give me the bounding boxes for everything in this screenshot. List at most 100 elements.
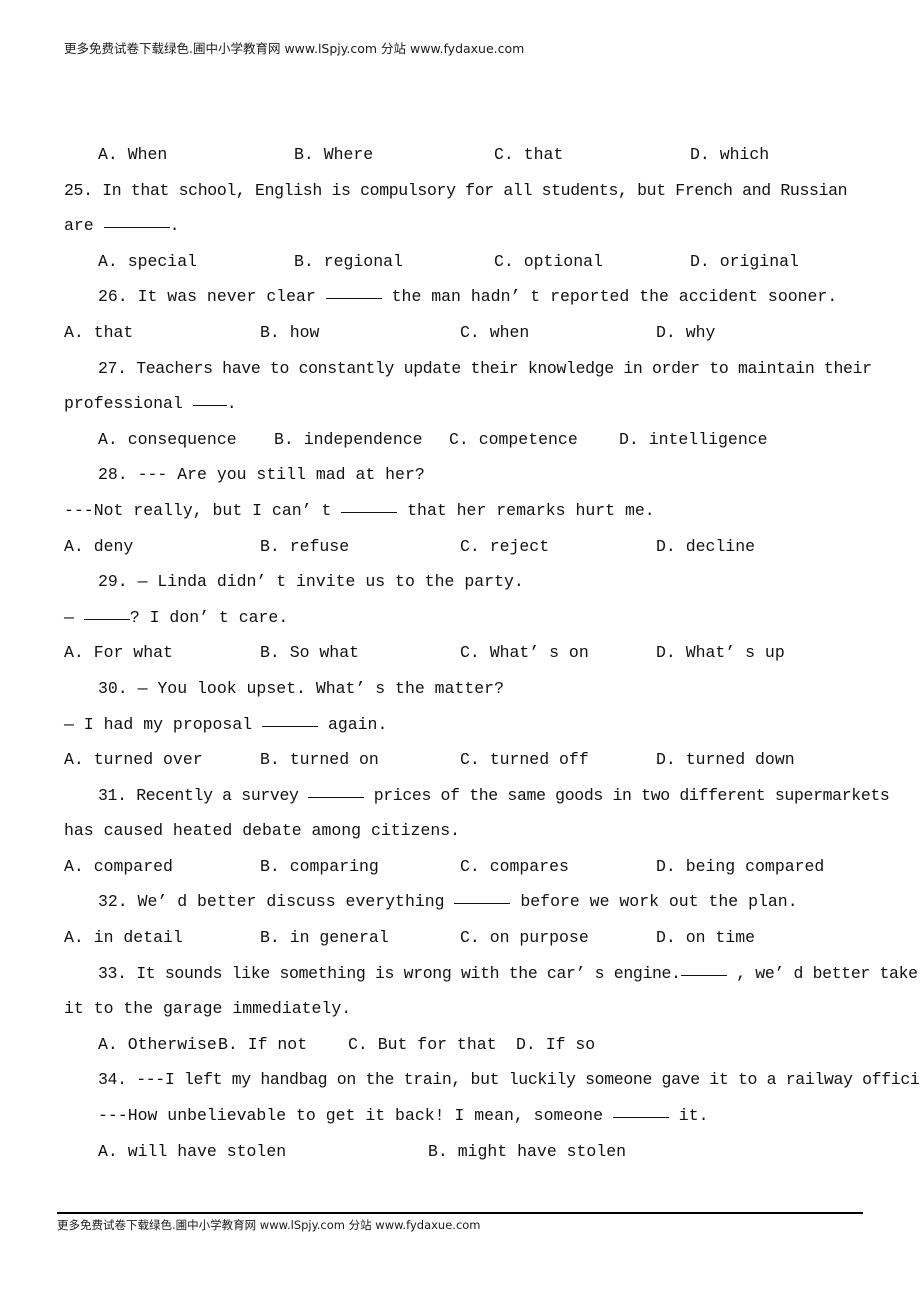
options-row: A. deny B. refuse C. reject D. decline	[64, 529, 864, 565]
question-34-stem-post: it.	[668, 1106, 709, 1126]
option-d[interactable]: D. why	[656, 315, 864, 351]
question-30-stem-pre: — I had my proposal	[64, 714, 263, 734]
option-a[interactable]: A. special	[98, 244, 294, 280]
footer-divider	[57, 1212, 863, 1214]
answer-blank[interactable]	[341, 499, 398, 513]
question-30-stem-line-1: 30. — You look upset. What’ s the matter…	[98, 678, 504, 698]
question-28-stem-pre: ---Not really, but I can’ t	[64, 500, 342, 520]
question-28-stem-line-2: ---Not really, but I can’ t that her rem…	[64, 493, 864, 529]
option-d[interactable]: D. turned down	[656, 742, 864, 778]
option-d[interactable]: D. original	[690, 244, 864, 280]
answer-blank[interactable]	[262, 713, 319, 727]
option-b[interactable]: B. how	[260, 315, 460, 351]
option-b[interactable]: B. comparing	[260, 849, 460, 885]
option-a[interactable]: A. that	[64, 315, 260, 351]
option-a[interactable]: A. in detail	[64, 920, 260, 956]
option-c[interactable]: C. competence	[449, 422, 619, 458]
question-29-stem-line-2: — ? I don’ t care.	[64, 600, 864, 636]
answer-blank[interactable]	[325, 285, 382, 300]
answer-blank[interactable]	[308, 784, 365, 798]
answer-blank[interactable]	[83, 606, 130, 620]
option-c[interactable]: C. But for that	[348, 1027, 516, 1063]
option-d[interactable]: D. intelligence	[619, 422, 864, 458]
question-25-stem-line-2: are .	[64, 208, 864, 244]
question-33-stem-line-2: it to the garage immediately.	[64, 999, 352, 1019]
option-a[interactable]: A. turned over	[64, 742, 260, 778]
option-b[interactable]: B. If not	[218, 1027, 348, 1063]
option-b[interactable]: B. in general	[260, 920, 460, 956]
answer-blank[interactable]	[103, 214, 170, 229]
option-a[interactable]: A. For what	[64, 635, 260, 671]
option-d[interactable]: D. which	[690, 137, 864, 173]
option-a[interactable]: A. will have stolen	[98, 1134, 428, 1170]
question-31-stem-post: prices of the same goods in two differen…	[364, 785, 890, 805]
question-29-stem-pre: —	[64, 607, 84, 627]
question-32-stem: 32. We’ d better discuss everything befo…	[64, 884, 864, 920]
option-d[interactable]: D. being compared	[656, 849, 864, 885]
question-27-stem-line-2: professional .	[64, 386, 864, 422]
options-row: A. Otherwise B. If not C. But for that D…	[64, 1027, 864, 1063]
answer-blank[interactable]	[612, 1104, 669, 1119]
option-a[interactable]: A. Otherwise	[98, 1027, 218, 1063]
question-26-stem-post: the man hadn’ t reported the accident so…	[381, 287, 838, 307]
question-33-stem-line-1: 33. It sounds like something is wrong wi…	[64, 956, 918, 992]
option-a[interactable]: A. When	[98, 137, 294, 173]
running-foot: 更多免费试卷下载绿色.圃中小学教育网 www.lSpjy.com 分站 www.…	[57, 1218, 481, 1232]
options-row: A. special B. regional C. optional D. or…	[64, 244, 864, 280]
question-25-stem-tail: .	[169, 216, 180, 236]
answer-blank[interactable]	[454, 890, 511, 905]
option-a[interactable]: A. consequence	[98, 422, 274, 458]
question-25-stem-text: are	[64, 216, 104, 236]
question-27-stem-line-1: 27. Teachers have to constantly update t…	[98, 358, 872, 378]
option-b[interactable]: B. might have stolen	[428, 1134, 864, 1170]
question-32-stem-post: before we work out the plan.	[510, 892, 798, 912]
question-30-stem-post: again.	[318, 714, 388, 734]
option-c[interactable]: C. turned off	[460, 742, 656, 778]
option-a[interactable]: A. deny	[64, 529, 260, 565]
question-33-stem-post: , we’ d better take	[726, 963, 918, 983]
option-b[interactable]: B. regional	[294, 244, 494, 280]
option-b[interactable]: B. independence	[274, 422, 449, 458]
question-30-stem-line-2: — I had my proposal again.	[64, 707, 864, 743]
option-d[interactable]: D. decline	[656, 529, 864, 565]
option-d[interactable]: D. What’ s up	[656, 635, 864, 671]
question-32-stem-pre: 32. We’ d better discuss everything	[98, 892, 455, 912]
options-row: A. that B. how C. when D. why	[64, 315, 864, 351]
option-d[interactable]: D. on time	[656, 920, 864, 956]
option-c[interactable]: C. compares	[460, 849, 656, 885]
option-a[interactable]: A. compared	[64, 849, 260, 885]
options-row: A. in detail B. in general C. on purpose…	[64, 920, 864, 956]
question-34-stem-line-2: ---How unbelievable to get it back! I me…	[64, 1098, 864, 1134]
question-27-stem-pre: professional	[64, 394, 193, 414]
option-c[interactable]: C. that	[494, 137, 690, 173]
question-28-stem-line-1: 28. --- Are you still mad at her?	[98, 465, 425, 485]
option-c[interactable]: C. What’ s on	[460, 635, 656, 671]
options-row: A. consequence B. independence C. compet…	[64, 422, 864, 458]
answer-blank[interactable]	[192, 392, 227, 407]
question-34-stem-line-1: 34. ---I left my handbag on the train, b…	[98, 1070, 920, 1090]
question-28-stem-post: that her remarks hurt me.	[397, 500, 655, 520]
option-b[interactable]: B. So what	[260, 635, 460, 671]
options-row: A. For what B. So what C. What’ s on D. …	[64, 635, 864, 671]
question-29-stem-line-1: 29. — Linda didn’ t invite us to the par…	[98, 572, 524, 592]
question-27-stem-post: .	[226, 394, 237, 414]
answer-blank[interactable]	[680, 962, 727, 976]
option-c[interactable]: C. on purpose	[460, 920, 656, 956]
options-row: A. will have stolen B. might have stolen	[64, 1134, 864, 1170]
option-c[interactable]: C. optional	[494, 244, 690, 280]
question-34-stem-pre: ---How unbelievable to get it back! I me…	[98, 1106, 613, 1126]
option-b[interactable]: B. Where	[294, 137, 494, 173]
option-b[interactable]: B. refuse	[260, 529, 460, 565]
question-31-stem-pre: 31. Recently a survey	[98, 785, 309, 805]
option-c[interactable]: C. when	[460, 315, 656, 351]
option-b[interactable]: B. turned on	[260, 742, 460, 778]
option-c[interactable]: C. reject	[460, 529, 656, 565]
question-26-stem: 26. It was never clear the man hadn’ t r…	[64, 279, 864, 315]
question-31-stem-line-1: 31. Recently a survey prices of the same…	[64, 778, 890, 814]
exam-content: A. When B. Where C. that D. which 25. In…	[64, 137, 920, 1170]
options-row: A. When B. Where C. that D. which	[64, 137, 864, 173]
running-head: 更多免费试卷下载绿色.圃中小学教育网 www.lSpjy.com 分站 www.…	[64, 41, 525, 56]
question-31-stem-line-2: has caused heated debate among citizens.	[64, 821, 461, 841]
option-d[interactable]: D. If so	[516, 1027, 864, 1063]
options-row: A. turned over B. turned on C. turned of…	[64, 742, 864, 778]
